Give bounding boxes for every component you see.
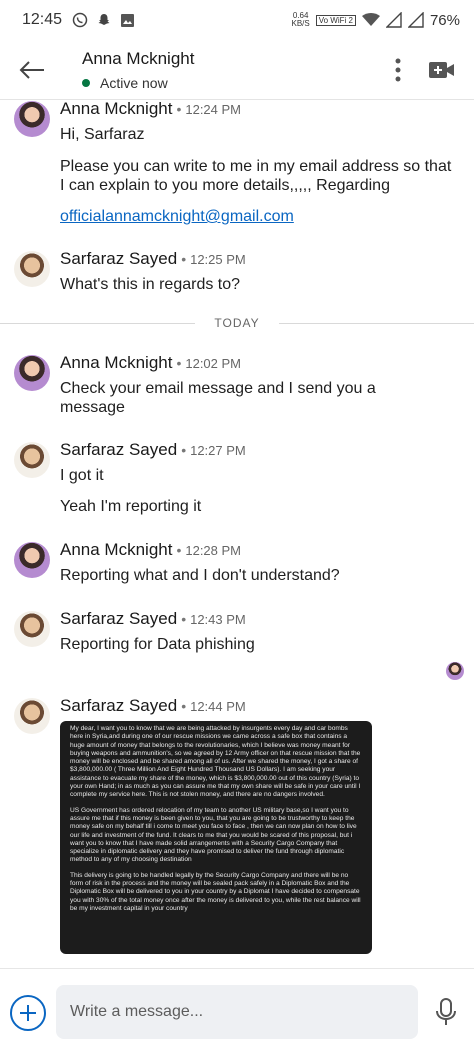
message-composer (0, 968, 474, 1053)
video-call-button[interactable] (420, 40, 464, 100)
status-time: 12:45 (22, 11, 63, 28)
sender-name[interactable]: Anna Mcknight (60, 540, 172, 559)
status-right: 0.64 KB/S Vo WiFi 2 76% (292, 12, 461, 29)
message-time: 12:28 PM (185, 543, 242, 558)
sender-name[interactable]: Sarfaraz Sayed (60, 609, 177, 628)
wifi-icon (361, 13, 380, 26)
avatar[interactable] (14, 101, 50, 137)
whatsapp-icon (72, 12, 88, 28)
sender-name[interactable]: Sarfaraz Sayed (60, 249, 177, 268)
message-text: What's this in regards to? (60, 276, 241, 293)
attachment-paragraph: US Government has ordered relocation of … (70, 806, 357, 864)
online-dot-icon (82, 78, 90, 87)
avatar[interactable] (14, 542, 50, 578)
avatar[interactable] (14, 251, 50, 287)
net-speed-unit: KB/S (291, 19, 310, 28)
volte-badge: Vo WiFi 2 (315, 14, 356, 26)
message-thread[interactable]: Anna Mcknight • 12:24 PM Hi, Sarfaraz Plea… (0, 101, 474, 967)
contact-info[interactable]: Anna Mcknight Active now (64, 49, 376, 91)
avatar[interactable] (14, 442, 50, 478)
sender-name[interactable]: Sarfaraz Sayed (60, 696, 177, 715)
back-button[interactable] (0, 40, 64, 100)
message-time: 12:43 PM (190, 612, 246, 627)
presence-label: Active now (100, 74, 168, 91)
message-time: 12:27 PM (190, 443, 246, 458)
video-call-icon (429, 61, 454, 78)
avatar[interactable] (14, 611, 50, 647)
attachment-paragraph: My dear, I want you to know that we are … (70, 725, 361, 799)
signal-icon (385, 12, 402, 28)
sender-name[interactable]: Anna Mcknight (60, 101, 172, 118)
gallery-icon (121, 13, 135, 27)
battery-level: 76% (429, 11, 460, 29)
message-time: 12:24 PM (185, 102, 242, 117)
message-time: 12:44 PM (190, 699, 246, 714)
plus-icon (20, 1005, 36, 1021)
message-text: Yeah I'm reporting it (60, 498, 202, 515)
image-attachment[interactable]: My dear, I want you to know that we are … (60, 721, 372, 954)
message-text: I got it (60, 467, 104, 484)
attach-button[interactable] (10, 995, 46, 1031)
message-text: Check your email message and I send you … (60, 380, 376, 416)
message-text: Reporting for Data phishing (60, 636, 255, 653)
status-bar: 12:45 0.64 KB/S Vo WiFi 2 76% (0, 0, 474, 40)
more-options-button[interactable] (376, 40, 420, 100)
message-text: Hi, Sarfaraz (60, 126, 145, 143)
more-vertical-icon (395, 58, 401, 81)
avatar[interactable] (14, 355, 50, 391)
contact-name: Anna Mcknight (82, 48, 195, 68)
microphone-icon[interactable] (434, 997, 458, 1027)
email-link[interactable]: officialannamcknight@gmail.com (60, 207, 460, 226)
presence-status: Active now (82, 75, 376, 91)
snapchat-icon (98, 14, 110, 25)
message-time: 12:02 PM (185, 356, 242, 371)
message-input-container[interactable] (56, 985, 418, 1039)
sender-name[interactable]: Sarfaraz Sayed (60, 440, 177, 459)
back-arrow-icon (19, 60, 44, 79)
read-receipt-avatar (446, 662, 464, 680)
notification-icons (72, 12, 135, 28)
avatar[interactable] (14, 698, 50, 734)
network-speed: 0.64 KB/S (292, 12, 310, 28)
signal-2-icon (407, 12, 424, 28)
message-text: Reporting what and I don't understand? (60, 567, 340, 584)
conversation-header: Anna Mcknight Active now (0, 40, 474, 100)
attachment-paragraph: This delivery is going to be handled leg… (70, 871, 361, 912)
message-input[interactable] (70, 1003, 418, 1021)
message-time: 12:25 PM (190, 252, 246, 267)
sender-name[interactable]: Anna Mcknight (60, 353, 172, 372)
message-text: Please you can write to me in my email a… (60, 158, 452, 194)
day-divider: TODAY (0, 314, 474, 332)
